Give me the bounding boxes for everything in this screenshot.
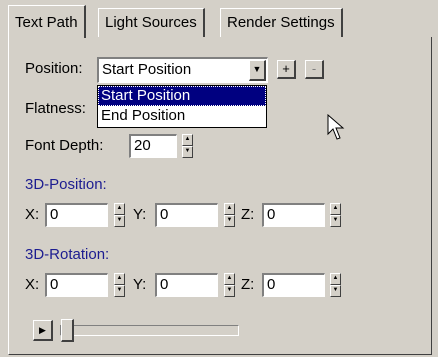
- spin-down-icon[interactable]: ▼: [182, 146, 193, 158]
- dropdown-option-end[interactable]: End Position: [98, 106, 266, 126]
- font-depth-spinner[interactable]: ▲ ▼: [182, 134, 193, 158]
- rotation3d-z-spinner[interactable]: ▲ ▼: [330, 273, 341, 297]
- font-depth-input[interactable]: 20: [129, 134, 177, 158]
- spin-down-icon[interactable]: ▼: [114, 285, 125, 297]
- spin-up-icon[interactable]: ▲: [224, 273, 235, 285]
- tab-light-sources[interactable]: Light Sources: [98, 8, 205, 37]
- position3d-heading: 3D-Position:: [25, 176, 107, 193]
- rotation3d-heading: 3D-Rotation:: [25, 246, 110, 263]
- tab-render-settings-label: Render Settings: [227, 14, 335, 31]
- add-position-label: +: [282, 61, 290, 76]
- spin-up-icon[interactable]: ▲: [114, 203, 125, 215]
- rotation3d-y-label: Y:: [133, 276, 147, 293]
- position3d-x-input[interactable]: 0: [45, 203, 108, 227]
- rotation3d-y-value: 0: [160, 276, 169, 293]
- spin-down-icon[interactable]: ▼: [224, 215, 235, 227]
- position-value: Start Position: [102, 61, 192, 78]
- rotation3d-y-spinner[interactable]: ▲ ▼: [224, 273, 235, 297]
- tab-text-path[interactable]: Text Path: [8, 5, 86, 38]
- position3d-x-label: X:: [25, 206, 40, 223]
- position3d-y-spinner[interactable]: ▲ ▼: [224, 203, 235, 227]
- play-icon: ▶: [39, 325, 46, 335]
- position3d-x-spinner[interactable]: ▲ ▼: [114, 203, 125, 227]
- position3d-z-value: 0: [267, 206, 276, 223]
- position3d-y-value: 0: [160, 206, 169, 223]
- position3d-z-input[interactable]: 0: [262, 203, 325, 227]
- rotation3d-z-label: Z:: [241, 276, 255, 293]
- spin-up-icon[interactable]: ▲: [182, 134, 193, 146]
- position-dropdown-list: Start Position End Position: [97, 85, 267, 128]
- flatness-label: Flatness:: [25, 100, 86, 117]
- rotation3d-x-label: X:: [25, 276, 40, 293]
- cursor-arrow-icon: [327, 114, 345, 140]
- tab-text-path-label: Text Path: [15, 14, 78, 31]
- rotation3d-x-value: 0: [50, 276, 59, 293]
- tab-render-settings[interactable]: Render Settings: [220, 8, 343, 37]
- rotation3d-x-spinner[interactable]: ▲ ▼: [114, 273, 125, 297]
- spin-down-icon[interactable]: ▼: [330, 285, 341, 297]
- font-depth-label: Font Depth:: [25, 137, 104, 154]
- position3d-z-spinner[interactable]: ▲ ▼: [330, 203, 341, 227]
- font-depth-value: 20: [134, 137, 151, 154]
- spin-down-icon[interactable]: ▼: [114, 215, 125, 227]
- spin-down-icon[interactable]: ▼: [330, 215, 341, 227]
- rotation3d-x-input[interactable]: 0: [45, 273, 108, 297]
- position3d-y-label: Y:: [133, 206, 147, 223]
- remove-position-label: -: [311, 61, 317, 76]
- position3d-y-input[interactable]: 0: [155, 203, 218, 227]
- position3d-z-label: Z:: [241, 206, 255, 223]
- spin-up-icon[interactable]: ▲: [330, 273, 341, 285]
- spin-down-icon[interactable]: ▼: [224, 285, 235, 297]
- chevron-down-icon[interactable]: ▼: [249, 60, 266, 81]
- animation-slider-track[interactable]: [60, 325, 239, 336]
- position-combobox[interactable]: Start Position: [97, 57, 268, 83]
- dropdown-option-start[interactable]: Start Position: [98, 86, 266, 106]
- rotation3d-z-value: 0: [267, 276, 276, 293]
- play-button[interactable]: ▶: [33, 320, 53, 341]
- add-position-button[interactable]: +: [277, 60, 296, 79]
- tab-light-sources-label: Light Sources: [105, 14, 197, 31]
- position-label: Position:: [25, 60, 83, 77]
- remove-position-button[interactable]: -: [305, 60, 324, 79]
- spin-up-icon[interactable]: ▲: [114, 273, 125, 285]
- rotation3d-z-input[interactable]: 0: [262, 273, 325, 297]
- rotation3d-y-input[interactable]: 0: [155, 273, 218, 297]
- spin-up-icon[interactable]: ▲: [224, 203, 235, 215]
- spin-up-icon[interactable]: ▲: [330, 203, 341, 215]
- position3d-x-value: 0: [50, 206, 59, 223]
- animation-slider-thumb[interactable]: [61, 319, 74, 342]
